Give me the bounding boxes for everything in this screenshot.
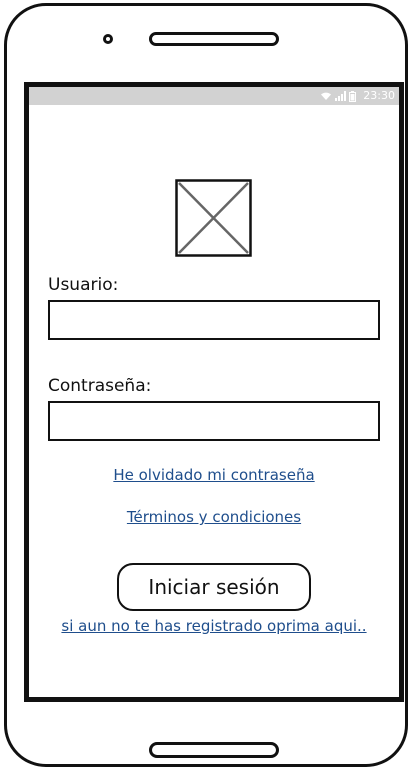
username-label: Usuario: xyxy=(48,275,119,295)
status-time: 23:30 xyxy=(363,89,395,102)
signal-icon xyxy=(334,91,346,101)
register-link[interactable]: si aun no te has registrado oprima aqui.… xyxy=(29,617,399,635)
camera-icon xyxy=(103,34,113,44)
status-icons xyxy=(320,90,356,102)
username-input[interactable] xyxy=(48,300,380,340)
status-bar: 23:30 xyxy=(29,87,399,105)
battery-icon xyxy=(348,90,356,102)
image-placeholder-icon xyxy=(175,179,252,257)
forgot-password-link[interactable]: He olvidado mi contraseña xyxy=(29,466,399,484)
home-button[interactable] xyxy=(149,742,279,758)
terms-link[interactable]: Términos y condiciones xyxy=(29,508,399,526)
wifi-icon xyxy=(320,92,331,100)
speaker-grille xyxy=(149,32,279,46)
login-button[interactable]: Iniciar sesión xyxy=(117,563,311,611)
phone-frame: 23:30 Usuario: Contraseña: He olvidado m… xyxy=(4,3,408,767)
password-label: Contraseña: xyxy=(48,376,152,396)
phone-screen: 23:30 Usuario: Contraseña: He olvidado m… xyxy=(24,82,404,702)
password-input[interactable] xyxy=(48,401,380,441)
